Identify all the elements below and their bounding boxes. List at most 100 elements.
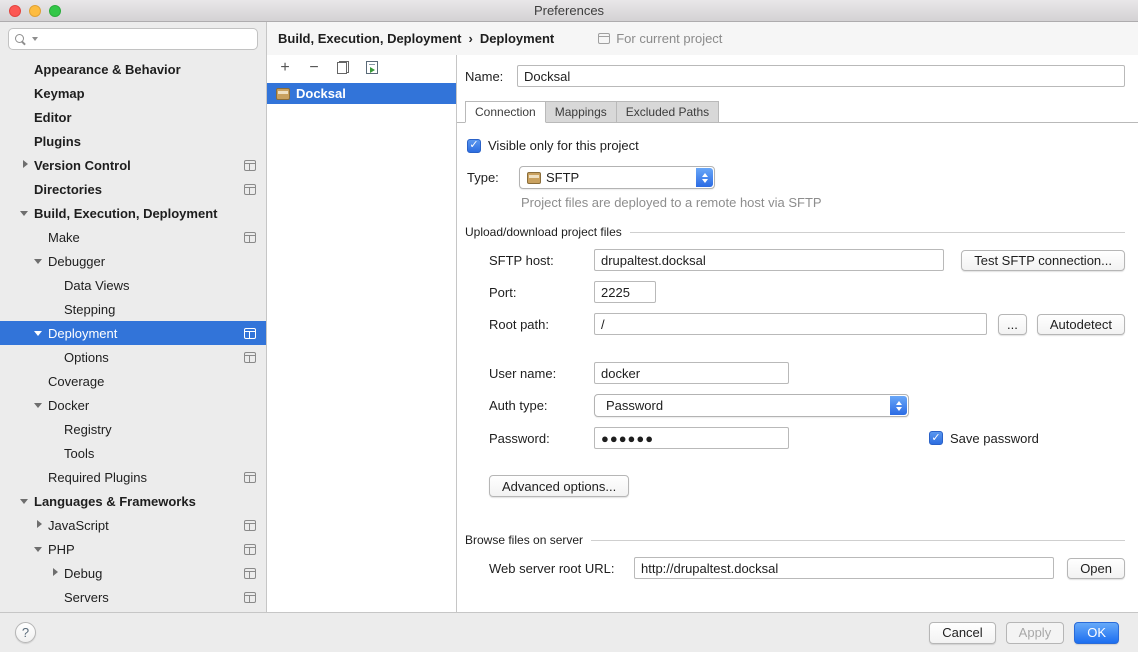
ok-button[interactable]: OK	[1074, 622, 1119, 644]
sidebar-item-debugger[interactable]: Debugger	[0, 249, 266, 273]
sidebar-item-label: Required Plugins	[48, 470, 147, 485]
chevron-down-icon[interactable]	[34, 256, 44, 266]
sidebar-item-docker[interactable]: Docker	[0, 393, 266, 417]
tab-excluded-paths[interactable]: Excluded Paths	[616, 101, 719, 123]
copy-server-button[interactable]	[335, 60, 351, 76]
sidebar-item-plugins[interactable]: Plugins	[0, 129, 266, 153]
sidebar-item-tools[interactable]: Tools	[0, 441, 266, 465]
tree-indent-spacer	[20, 136, 30, 146]
tree-indent-spacer	[20, 64, 30, 74]
settings-search[interactable]	[8, 28, 258, 50]
advanced-options-button[interactable]: Advanced options...	[489, 475, 629, 497]
sidebar-item-javascript[interactable]: JavaScript	[0, 513, 266, 537]
name-input[interactable]	[517, 65, 1125, 87]
sidebar-item-label: Debugger	[48, 254, 105, 269]
settings-detail: Build, Execution, Deployment › Deploymen…	[267, 22, 1138, 612]
close-button[interactable]	[9, 5, 21, 17]
tab-connection[interactable]: Connection	[465, 101, 546, 123]
minimize-button[interactable]	[29, 5, 41, 17]
chevron-down-icon[interactable]	[20, 208, 30, 218]
save-password-checkbox[interactable]: ✓	[929, 431, 943, 445]
browse-root-path-button[interactable]: ...	[998, 314, 1027, 335]
import-config-button[interactable]	[364, 60, 380, 76]
sftp-host-input[interactable]	[594, 249, 944, 271]
sidebar-item-coverage[interactable]: Coverage	[0, 369, 266, 393]
project-level-settings-icon	[244, 544, 256, 555]
chevron-down-icon[interactable]	[34, 544, 44, 554]
server-toolbar: + −	[267, 55, 456, 80]
test-sftp-connection-button[interactable]: Test SFTP connection...	[961, 250, 1125, 271]
tree-indent-spacer	[20, 184, 30, 194]
cancel-button[interactable]: Cancel	[929, 622, 995, 644]
remove-server-button[interactable]: −	[306, 60, 322, 76]
web-root-input[interactable]	[634, 557, 1054, 579]
sidebar-item-appearance-behavior[interactable]: Appearance & Behavior	[0, 57, 266, 81]
project-level-settings-icon	[244, 520, 256, 531]
chevron-right-icon[interactable]	[34, 520, 44, 530]
server-item-docksal[interactable]: Docksal	[267, 83, 456, 104]
project-level-settings-icon	[244, 184, 256, 195]
visible-only-checkbox[interactable]: ✓	[467, 139, 481, 153]
sidebar-item-make[interactable]: Make	[0, 225, 266, 249]
tab-mappings[interactable]: Mappings	[545, 101, 617, 123]
apply-button[interactable]: Apply	[1006, 622, 1065, 644]
add-server-button[interactable]: +	[277, 60, 293, 76]
settings-search-input[interactable]	[44, 32, 251, 46]
breadcrumb-page: Deployment	[480, 31, 554, 46]
sidebar-item-registry[interactable]: Registry	[0, 417, 266, 441]
sidebar-item-php[interactable]: PHP	[0, 537, 266, 561]
chevron-down-icon[interactable]	[20, 496, 30, 506]
save-password-label: Save password	[950, 431, 1039, 446]
sidebar-item-editor[interactable]: Editor	[0, 105, 266, 129]
sidebar-item-build-execution-deployment[interactable]: Build, Execution, Deployment	[0, 201, 266, 225]
import-icon	[366, 61, 378, 74]
password-row: Password: ✓ Save password	[489, 427, 1125, 449]
open-button[interactable]: Open	[1067, 558, 1125, 579]
breadcrumb-section[interactable]: Build, Execution, Deployment	[278, 31, 461, 46]
server-item-label: Docksal	[296, 86, 346, 101]
tree-indent-spacer	[50, 592, 60, 602]
sidebar-item-label: Coverage	[48, 374, 104, 389]
password-input[interactable]	[594, 427, 789, 449]
tree-indent-spacer	[20, 112, 30, 122]
sidebar-item-label: Build, Execution, Deployment	[34, 206, 217, 221]
user-name-input[interactable]	[594, 362, 789, 384]
tree-indent-spacer	[50, 304, 60, 314]
project-level-settings-icon	[244, 160, 256, 171]
tree-indent-spacer	[34, 376, 44, 386]
sidebar-item-version-control[interactable]: Version Control	[0, 153, 266, 177]
zoom-button[interactable]	[49, 5, 61, 17]
sidebar-item-label: Editor	[34, 110, 72, 125]
chevron-right-icon[interactable]	[50, 568, 60, 578]
sidebar-item-options[interactable]: Options	[0, 345, 266, 369]
type-dropdown[interactable]: SFTP	[519, 166, 715, 189]
copy-icon	[337, 61, 349, 74]
visible-only-row: ✓ Visible only for this project	[467, 138, 1125, 153]
sidebar-item-languages-frameworks[interactable]: Languages & Frameworks	[0, 489, 266, 513]
project-level-settings-icon	[244, 592, 256, 603]
sidebar-item-keymap[interactable]: Keymap	[0, 81, 266, 105]
autodetect-button[interactable]: Autodetect	[1037, 314, 1125, 335]
sidebar-item-directories[interactable]: Directories	[0, 177, 266, 201]
sidebar-item-required-plugins[interactable]: Required Plugins	[0, 465, 266, 489]
chevron-down-icon[interactable]	[34, 328, 44, 338]
chevron-right-icon[interactable]	[20, 160, 30, 170]
sidebar-item-deployment[interactable]: Deployment	[0, 321, 266, 345]
root-path-input[interactable]	[594, 313, 987, 335]
scope-indicator: For current project	[598, 31, 722, 46]
help-button[interactable]: ?	[15, 622, 36, 643]
sidebar-item-label: Appearance & Behavior	[34, 62, 181, 77]
auth-type-value: Password	[606, 398, 663, 413]
port-input[interactable]	[594, 281, 656, 303]
sidebar-item-servers[interactable]: Servers	[0, 585, 266, 609]
search-options-chevron-icon[interactable]	[32, 37, 38, 41]
deployment-body: + − Docksal Name:	[267, 55, 1138, 612]
titlebar[interactable]: Preferences	[0, 0, 1138, 22]
sidebar-item-debug[interactable]: Debug	[0, 561, 266, 585]
sidebar-item-stepping[interactable]: Stepping	[0, 297, 266, 321]
sidebar-item-label: Plugins	[34, 134, 81, 149]
chevron-down-icon[interactable]	[34, 400, 44, 410]
sidebar-item-label: Stepping	[64, 302, 115, 317]
sidebar-item-data-views[interactable]: Data Views	[0, 273, 266, 297]
auth-type-dropdown[interactable]: Password	[594, 394, 909, 417]
